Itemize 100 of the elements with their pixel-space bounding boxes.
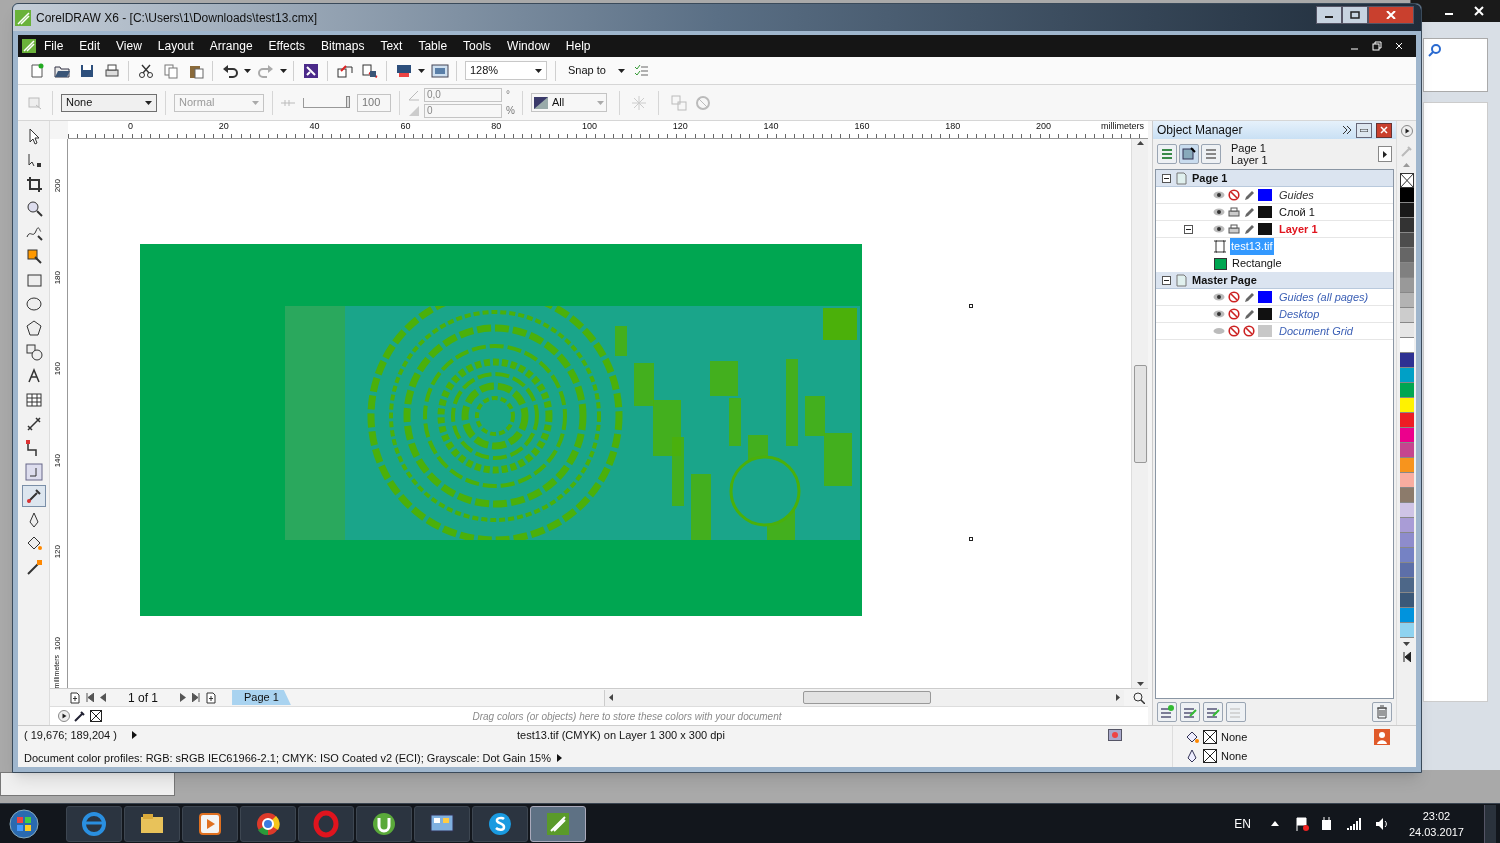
scrollbar-thumb[interactable]	[1133, 364, 1147, 463]
taskbar-app-button[interactable]	[530, 805, 586, 842]
palette-swatch[interactable]	[1399, 578, 1414, 593]
clock-time[interactable]: 23:02	[1422, 807, 1451, 824]
palette-swatch[interactable]	[1399, 353, 1414, 368]
layer-label[interactable]: Guides (all pages)	[1279, 288, 1369, 306]
polygon-tool-icon[interactable]	[24, 319, 43, 337]
palette-swatch[interactable]	[1399, 518, 1414, 533]
layer-color-swatch[interactable]	[1258, 325, 1272, 337]
table-tool-icon[interactable]	[24, 391, 43, 409]
palette-swatch[interactable]	[1399, 278, 1414, 293]
menu-item[interactable]: Help	[557, 37, 599, 55]
menu-item[interactable]: View	[108, 37, 150, 55]
palette-swatch[interactable]	[1399, 263, 1414, 278]
palette-swatch[interactable]	[1399, 458, 1414, 473]
minimize-button[interactable]	[1316, 5, 1342, 24]
layer-color-swatch[interactable]	[1258, 291, 1272, 303]
horizontal-scrollbar[interactable]	[604, 689, 1124, 706]
palette-swatch[interactable]	[1399, 413, 1414, 428]
eyedropper-tool-icon[interactable]	[24, 487, 43, 505]
target-dropdown[interactable]: All	[531, 93, 607, 112]
show-hidden-icons-icon[interactable]	[1270, 821, 1279, 826]
delete-icon[interactable]	[1374, 704, 1390, 720]
close-button[interactable]	[1368, 5, 1414, 24]
undo-icon[interactable]	[221, 62, 238, 79]
corel-logo-icon[interactable]	[22, 39, 36, 53]
menu-item[interactable]: Edit	[71, 37, 109, 55]
search-icon[interactable]	[1428, 43, 1442, 57]
collapse-toggle[interactable]	[1183, 224, 1193, 234]
vertical-scrollbar[interactable]	[1131, 139, 1148, 688]
options-checklist-icon[interactable]	[634, 63, 649, 78]
collapse-palette-icon[interactable]	[1402, 652, 1411, 662]
clock-date[interactable]: 24.03.2017	[1408, 823, 1464, 840]
page-label[interactable]: Page 1	[1192, 170, 1228, 187]
palette-swatch[interactable]	[1399, 383, 1414, 398]
new-document-icon[interactable]	[28, 62, 45, 79]
scrollbar-thumb[interactable]	[803, 691, 931, 704]
restore-icon[interactable]	[1372, 41, 1382, 51]
close-panel-button[interactable]	[1376, 122, 1392, 138]
menu-item[interactable]: Effects	[260, 37, 314, 55]
menu-item[interactable]: Tools	[455, 37, 500, 55]
menu-item[interactable]: Layout	[149, 37, 202, 55]
palette-swatch[interactable]	[1399, 218, 1414, 233]
no-color-swatch-icon[interactable]	[1399, 173, 1414, 188]
corel-logo-icon[interactable]	[15, 9, 31, 26]
palette-swatch[interactable]	[1399, 473, 1414, 488]
palette-swatch[interactable]	[1399, 533, 1414, 548]
palette-swatch[interactable]	[1399, 293, 1414, 308]
signal-bars-icon[interactable]	[1346, 817, 1361, 830]
palette-swatch[interactable]	[1399, 338, 1414, 353]
palette-swatch[interactable]	[1399, 248, 1414, 263]
play-icon[interactable]	[1400, 125, 1413, 137]
page-tab[interactable]: Page 1	[232, 690, 291, 705]
previous-page-icon[interactable]	[100, 693, 106, 702]
layer-color-swatch[interactable]	[1258, 206, 1272, 218]
palette-swatch[interactable]	[1399, 488, 1414, 503]
palette-swatch[interactable]	[1399, 593, 1414, 608]
add-page-icon[interactable]	[70, 691, 80, 704]
play-icon[interactable]	[58, 710, 70, 722]
crop-tool-icon[interactable]	[24, 175, 43, 193]
power-plug-icon[interactable]	[1320, 816, 1333, 831]
selection-handle[interactable]	[969, 537, 973, 541]
menu-item[interactable]: File	[36, 37, 72, 55]
layer-color-swatch[interactable]	[1258, 189, 1272, 201]
taskbar-app-button[interactable]	[124, 805, 180, 842]
menu-item[interactable]: Window	[499, 37, 558, 55]
color-proof-icon[interactable]	[1108, 729, 1122, 742]
copy-icon[interactable]	[162, 62, 179, 79]
palette-swatch[interactable]	[1399, 563, 1414, 578]
close-icon[interactable]	[1394, 41, 1404, 51]
import-icon[interactable]	[335, 62, 354, 79]
layer-label[interactable]: Layer 1	[1279, 220, 1318, 238]
layer-edit-icon[interactable]	[1203, 146, 1219, 162]
taskbar-app-button[interactable]	[414, 805, 470, 842]
dimension-tool-icon[interactable]	[24, 415, 43, 433]
panel-menu-button[interactable]	[1378, 146, 1392, 162]
transparency-field[interactable]: 100	[357, 93, 391, 112]
last-page-icon[interactable]	[192, 693, 201, 702]
eyedropper-icon[interactable]	[74, 710, 86, 722]
application-launcher-icon[interactable]	[302, 62, 319, 79]
rectangle-tool-icon[interactable]	[24, 271, 43, 289]
palette-swatch[interactable]	[1399, 398, 1414, 413]
menu-item[interactable]: Bitmaps	[313, 37, 373, 55]
object-properties-icon[interactable]	[1181, 146, 1197, 162]
menu-item[interactable]: Text	[372, 37, 411, 55]
palette-swatch[interactable]	[1399, 188, 1414, 203]
ellipse-tool-icon[interactable]	[24, 295, 43, 313]
palette-swatch[interactable]	[1399, 323, 1414, 338]
palette-swatch[interactable]	[1399, 428, 1414, 443]
close-icon[interactable]	[1474, 6, 1484, 16]
collapse-toggle[interactable]	[1162, 173, 1171, 183]
expand-panel-icon[interactable]	[1342, 125, 1352, 135]
save-icon[interactable]	[78, 62, 95, 79]
collapse-toggle[interactable]	[1162, 275, 1171, 285]
palette-swatch[interactable]	[1399, 443, 1414, 458]
palette-swatch[interactable]	[1399, 608, 1414, 623]
layer-label[interactable]: Document Grid	[1279, 322, 1353, 340]
volume-icon[interactable]	[1374, 816, 1389, 831]
taskbar-app-button[interactable]	[240, 805, 296, 842]
transparency-slider-icon[interactable]	[281, 98, 295, 107]
